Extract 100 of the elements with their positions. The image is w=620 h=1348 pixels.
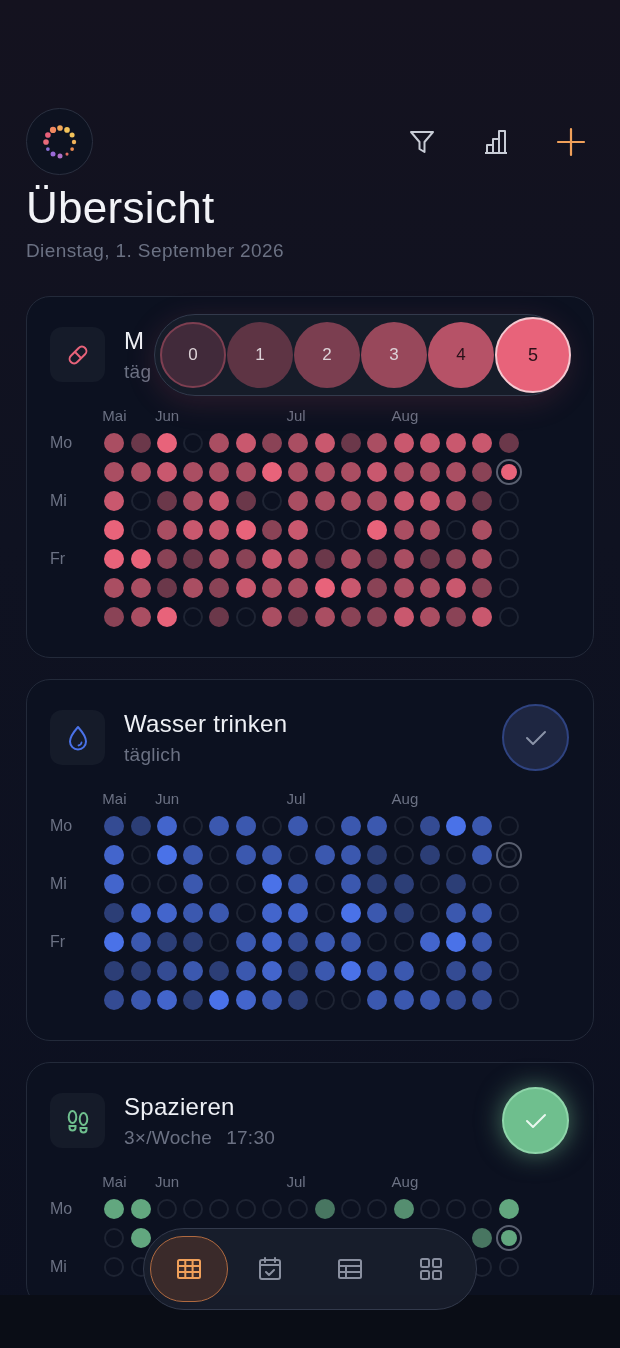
day-dot[interactable]	[340, 491, 361, 511]
day-dot[interactable]	[446, 816, 467, 836]
day-dot[interactable]	[314, 549, 335, 569]
day-dot[interactable]	[156, 990, 177, 1010]
day-dot[interactable]	[262, 520, 283, 540]
day-dot[interactable]	[393, 491, 414, 511]
day-dot[interactable]	[262, 932, 283, 952]
day-dot[interactable]	[156, 816, 177, 836]
day-dot[interactable]	[367, 961, 388, 981]
level-option[interactable]: 0	[160, 322, 226, 388]
level-option[interactable]: 5	[495, 317, 571, 393]
day-dot[interactable]	[262, 990, 283, 1010]
day-dot[interactable]	[314, 961, 335, 981]
day-dot[interactable]	[419, 607, 440, 627]
day-dot[interactable]	[130, 903, 151, 923]
day-dot[interactable]	[104, 961, 125, 981]
day-dot[interactable]	[209, 491, 230, 511]
day-dot[interactable]	[130, 961, 151, 981]
day-dot[interactable]	[262, 578, 283, 598]
day-dot[interactable]	[367, 990, 388, 1010]
add-icon[interactable]	[556, 126, 586, 157]
day-dot[interactable]	[104, 578, 125, 598]
day-dot[interactable]	[367, 816, 388, 836]
day-dot[interactable]	[288, 462, 309, 482]
day-dot[interactable]	[340, 433, 361, 453]
day-dot[interactable]	[314, 607, 335, 627]
day-dot[interactable]	[209, 961, 230, 981]
day-dot[interactable]	[498, 433, 519, 453]
day-dot[interactable]	[314, 845, 335, 865]
day-dot[interactable]	[209, 578, 230, 598]
day-dot[interactable]	[288, 874, 309, 894]
day-dot[interactable]	[235, 961, 256, 981]
day-dot[interactable]	[130, 549, 151, 569]
day-dot[interactable]	[209, 903, 230, 923]
day-dot[interactable]	[472, 607, 493, 627]
day-dot[interactable]	[209, 549, 230, 569]
day-dot[interactable]	[183, 462, 204, 482]
day-dot[interactable]	[104, 607, 125, 627]
day-dot[interactable]	[130, 816, 151, 836]
day-dot[interactable]	[419, 462, 440, 482]
day-dot[interactable]	[104, 932, 125, 952]
day-dot[interactable]	[183, 990, 204, 1010]
day-dot[interactable]	[156, 932, 177, 952]
day-dot[interactable]	[183, 520, 204, 540]
day-dot[interactable]	[183, 903, 204, 923]
day-dot[interactable]	[446, 578, 467, 598]
day-dot[interactable]	[367, 491, 388, 511]
day-dot[interactable]	[156, 845, 177, 865]
day-dot[interactable]	[314, 491, 335, 511]
day-dot[interactable]	[235, 932, 256, 952]
day-dot[interactable]	[288, 607, 309, 627]
day-dot[interactable]	[419, 520, 440, 540]
day-dot[interactable]	[393, 578, 414, 598]
day-dot[interactable]	[367, 607, 388, 627]
day-dot[interactable]	[340, 462, 361, 482]
day-dot[interactable]	[446, 491, 467, 511]
day-dot[interactable]	[262, 433, 283, 453]
day-dot[interactable]	[235, 520, 256, 540]
day-dot[interactable]	[262, 549, 283, 569]
day-dot[interactable]	[446, 549, 467, 569]
day-dot[interactable]	[446, 462, 467, 482]
day-dot[interactable]	[262, 462, 283, 482]
day-dot[interactable]	[419, 932, 440, 952]
day-dot[interactable]	[340, 903, 361, 923]
day-dot[interactable]	[183, 845, 204, 865]
day-dot[interactable]	[472, 990, 493, 1010]
day-dot[interactable]	[314, 1199, 335, 1219]
day-dot[interactable]	[419, 816, 440, 836]
day-dot[interactable]	[288, 549, 309, 569]
day-dot[interactable]	[130, 1199, 151, 1219]
day-dot[interactable]	[340, 607, 361, 627]
day-dot[interactable]	[262, 874, 283, 894]
day-dot[interactable]	[314, 433, 335, 453]
day-dot[interactable]	[367, 903, 388, 923]
day-dot[interactable]	[130, 462, 151, 482]
day-dot[interactable]	[104, 990, 125, 1010]
day-dot[interactable]	[472, 816, 493, 836]
day-dot[interactable]	[288, 491, 309, 511]
day-dot[interactable]	[314, 578, 335, 598]
day-dot[interactable]	[446, 903, 467, 923]
day-dot[interactable]	[446, 433, 467, 453]
day-dot[interactable]	[156, 433, 177, 453]
day-dot[interactable]	[367, 845, 388, 865]
day-dot[interactable]	[472, 961, 493, 981]
day-dot[interactable]	[183, 549, 204, 569]
day-dot[interactable]	[288, 932, 309, 952]
level-option[interactable]: 4	[428, 322, 494, 388]
day-dot[interactable]	[393, 874, 414, 894]
day-dot[interactable]	[104, 462, 125, 482]
day-dot[interactable]	[500, 1230, 517, 1246]
day-dot[interactable]	[419, 433, 440, 453]
day-dot[interactable]	[156, 520, 177, 540]
day-dot[interactable]	[104, 903, 125, 923]
day-dot[interactable]	[130, 433, 151, 453]
day-dot[interactable]	[472, 462, 493, 482]
day-dot[interactable]	[104, 845, 125, 865]
day-dot[interactable]	[446, 990, 467, 1010]
day-dot[interactable]	[104, 520, 125, 540]
day-dot[interactable]	[183, 491, 204, 511]
day-dot[interactable]	[209, 990, 230, 1010]
